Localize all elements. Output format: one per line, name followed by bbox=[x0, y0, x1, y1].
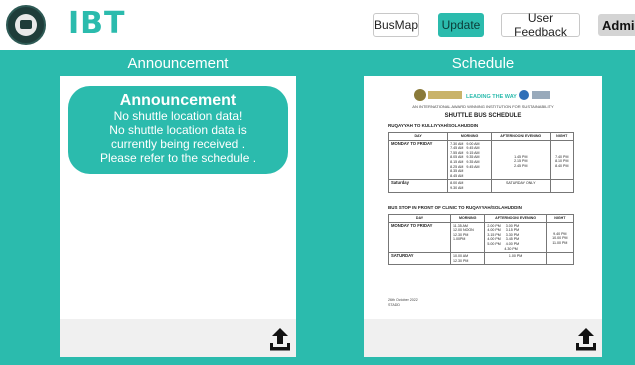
col-night: NIGHT bbox=[545, 214, 575, 223]
logo-text: LEADING THE WAY bbox=[466, 94, 517, 100]
col-afternoon: AFTERNOON/ EVENING bbox=[484, 214, 547, 223]
day-cell: MONDAY TO FRIDAY bbox=[387, 139, 449, 181]
admin-button[interactable]: Admi bbox=[598, 14, 635, 36]
schedule-heading: Schedule bbox=[451, 55, 515, 72]
announcement-line: Please refer to the schedule . bbox=[99, 151, 257, 165]
announcement-bubble-title: Announcement bbox=[119, 92, 237, 109]
night-cell bbox=[549, 179, 575, 193]
col-morning: MORNING bbox=[449, 214, 486, 223]
night-cell: 9.40 PM 10.00 PM 11.00 PM bbox=[545, 221, 575, 254]
col-morning: MORNING bbox=[447, 132, 492, 141]
doc-caption: AN INTERNATIONAL AWARD WINNING INSTITUTI… bbox=[412, 104, 554, 109]
announcement-line: No shuttle location data! bbox=[113, 109, 243, 123]
schedule-table-1: DAY MORNING AFTERNOON/ EVENING NIGHT MON… bbox=[387, 132, 575, 193]
night-cell bbox=[545, 252, 575, 266]
morning-cell: 10.00 AM 12.30 PM bbox=[449, 252, 486, 266]
announcement-heading: Announcement bbox=[127, 55, 229, 72]
schedule-panel: LEADING THE WAY AN INTERNATIONAL AWARD W… bbox=[364, 76, 602, 357]
doc-date: 26th October 2022 STADD bbox=[388, 298, 418, 307]
announcement-panel: Announcement No shuttle location data! N… bbox=[60, 76, 296, 357]
afternoon-cell: SATURDAY ONLY bbox=[490, 179, 551, 193]
update-button[interactable]: Update bbox=[438, 13, 484, 37]
afternoon-cell: 2.00 PM 3.00 PM 4.00 PM 3.15 PM 3.15 PM … bbox=[484, 221, 547, 254]
busmap-button[interactable]: BusMap bbox=[373, 13, 419, 37]
col-day: DAY bbox=[388, 214, 451, 223]
brand-title: IBT bbox=[68, 6, 126, 41]
announcement-line: No shuttle location data is bbox=[109, 123, 247, 137]
day-cell: Saturday bbox=[387, 179, 449, 193]
schedule-document: LEADING THE WAY AN INTERNATIONAL AWARD W… bbox=[364, 76, 602, 319]
schedule-table-2: DAY MORNING AFTERNOON/ EVENING NIGHT MON… bbox=[388, 214, 575, 266]
top-bar: IBT BusMap Update User Feedback Admi bbox=[0, 0, 635, 50]
morning-cell: 11.35 AM 12.00 NOON 12.30 PM 1.00PM bbox=[449, 221, 486, 254]
morning-cell: 7.30 AM 9.00 AM 7.45 AM 9.45 AM 7.55 AM … bbox=[447, 139, 492, 181]
main-area: Announcement Schedule Announcement No sh… bbox=[0, 50, 635, 365]
afternoon-cell: 1.00 PM bbox=[484, 252, 547, 266]
col-afternoon: AFTERNOON/ EVENING bbox=[490, 132, 551, 141]
app-logo[interactable] bbox=[6, 5, 46, 45]
announcement-bubble: Announcement No shuttle location data! N… bbox=[68, 86, 288, 174]
university-logos: LEADING THE WAY bbox=[414, 89, 550, 101]
day-cell: MONDAY TO FRIDAY bbox=[388, 221, 451, 254]
announcement-footer bbox=[60, 319, 296, 357]
user-feedback-button[interactable]: User Feedback bbox=[501, 11, 580, 39]
route-2-title: BUS STOP IN FRONT OF CLINIC TO RUQAYYAH/… bbox=[388, 205, 522, 210]
schedule-footer bbox=[364, 319, 602, 357]
night-cell: 7.40 PM 8.10 PM 8.40 PM bbox=[549, 139, 575, 181]
col-night: NIGHT bbox=[549, 132, 575, 141]
bus-icon bbox=[15, 14, 37, 36]
day-cell: SATURDAY bbox=[388, 252, 451, 266]
doc-title: SHUTTLE BUS SCHEDULE bbox=[444, 113, 522, 119]
afternoon-cell: 1.45 PM 2.15 PM 2.45 PM bbox=[490, 139, 551, 181]
route-1-title: RUQAYYAH TO KULLIYYAH/SOLAHUDDIN bbox=[388, 123, 479, 128]
morning-cell: 8.00 AM 9.30 AM bbox=[447, 179, 492, 193]
upload-icon[interactable] bbox=[269, 327, 291, 353]
announcement-line: currently being received . bbox=[110, 137, 246, 151]
col-day: DAY bbox=[387, 132, 449, 141]
upload-icon[interactable] bbox=[575, 327, 597, 353]
